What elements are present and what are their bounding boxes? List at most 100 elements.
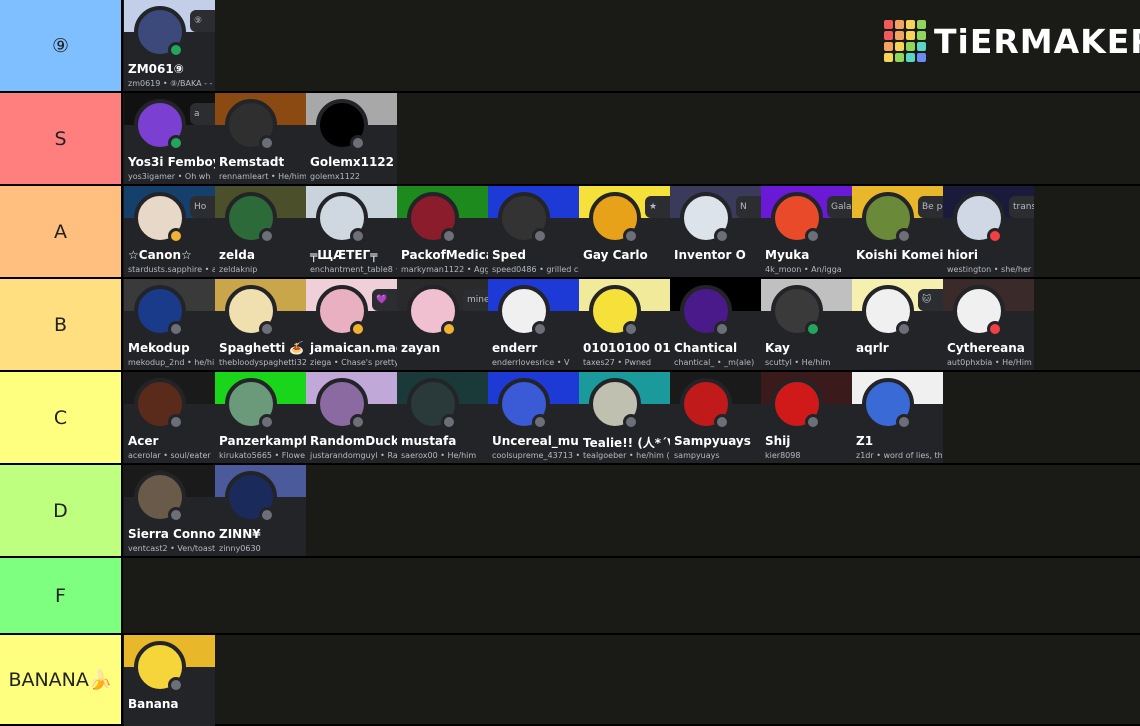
profile-card[interactable]: Galaxy Myuka 4k_moon • An/igga [761, 186, 852, 277]
profile-card[interactable]: Ho ☆Canon☆ stardusts.sapphire • a [124, 186, 215, 277]
display-name: mustafa [401, 434, 457, 448]
status-bubble: ⑨ [190, 10, 215, 32]
username-line: enderrlovesrice • V [492, 358, 570, 367]
status-indicator-icon [441, 321, 457, 337]
status-indicator-icon [987, 228, 1003, 244]
username-line: markyman1122 • Aggress [401, 265, 488, 274]
profile-card[interactable]: N Inventor O [670, 186, 761, 277]
status-indicator-icon [350, 414, 366, 430]
username-line: westington • she/her [947, 265, 1032, 274]
tier-row: BANANA🍌 Banana [0, 635, 1140, 726]
profile-card[interactable]: ╤ЩÆТЕГ╤ enchantment_table8 • [306, 186, 397, 277]
status-indicator-icon [350, 321, 366, 337]
status-indicator-icon [623, 321, 639, 337]
status-indicator-icon [259, 321, 275, 337]
status-bubble: ★ [645, 196, 670, 218]
tier-label[interactable]: ⑨ [0, 0, 123, 91]
logo-grid-cell [895, 53, 904, 62]
display-name: RandomDuck [310, 434, 397, 448]
profile-card[interactable]: Be polit Koishi Komeiji [852, 186, 943, 277]
username-line: saerox00 • He/him [401, 451, 477, 460]
profile-card[interactable]: PackofMedicals markyman1122 • Aggress [397, 186, 488, 277]
status-indicator-icon [532, 228, 548, 244]
display-name: zayan [401, 341, 441, 355]
profile-card[interactable]: 🐱 aqrlr [852, 279, 943, 370]
profile-card[interactable]: Shij kier8098 [761, 372, 852, 463]
profile-card[interactable]: Spaghetti 🍝 thebloodyspaghetti32 [215, 279, 306, 370]
status-indicator-icon [441, 414, 457, 430]
status-indicator-icon [896, 414, 912, 430]
tier-label[interactable]: A [0, 186, 123, 277]
logo-grid-cell [895, 20, 904, 29]
profile-card[interactable]: Sampyuays sampyuays [670, 372, 761, 463]
display-name: ☆Canon☆ [128, 248, 192, 262]
status-indicator-icon [714, 228, 730, 244]
tier-label[interactable]: S [0, 93, 123, 184]
profile-card[interactable]: Mekodup mekodup_2nd • he/hi [124, 279, 215, 370]
profile-card[interactable]: transi hiori westington • she/her [943, 186, 1034, 277]
display-name: Uncereal_murder [492, 434, 579, 448]
tier-label[interactable]: B [0, 279, 123, 370]
profile-card[interactable]: Panzerkampf kirukato5665 • Flowe [215, 372, 306, 463]
tier-label[interactable]: D [0, 465, 123, 556]
profile-card[interactable]: a Yos3i Femboy yos3igamer • Oh wh [124, 93, 215, 184]
tier-row: A Ho ☆Canon☆ stardusts.sapphire • a zelda zel… [0, 186, 1140, 279]
profile-card[interactable]: Kay scuttyl • He/him [761, 279, 852, 370]
profile-card[interactable]: Cythereana aut0phxbia • He/Him [943, 279, 1034, 370]
profile-card[interactable]: Sierra Connoisseu ventcast2 • Ven/toast [124, 465, 215, 556]
status-indicator-icon [259, 135, 275, 151]
profile-card[interactable]: RandomDuck justarandomguyl • Rando [306, 372, 397, 463]
username-line: rennamleart • He/him [219, 172, 306, 181]
status-indicator-icon [987, 321, 1003, 337]
profile-card[interactable]: zelda zeldaknip [215, 186, 306, 277]
profile-card[interactable]: ZINN¥ zinny0630 [215, 465, 306, 556]
username-line: stardusts.sapphire • a [128, 265, 215, 274]
username-line: zeldaknip [219, 265, 258, 274]
profile-card[interactable]: ★ Gay Carlo [579, 186, 670, 277]
display-name: Kay [765, 341, 790, 355]
profile-card[interactable]: Acer acerolar • soul/eater [124, 372, 215, 463]
profile-card[interactable]: enderr enderrlovesrice • V [488, 279, 579, 370]
status-indicator-icon [805, 414, 821, 430]
display-name: hiori [947, 248, 978, 262]
display-name: aqrlr [856, 341, 889, 355]
profile-card[interactable]: Sped speed0486 • grilled ch [488, 186, 579, 277]
status-bubble: 💜 [372, 289, 397, 311]
profile-card[interactable]: Z1 z1dr • word of lies, that [852, 372, 943, 463]
display-name: Yos3i Femboy [128, 155, 215, 169]
tier-label[interactable]: BANANA🍌 [0, 635, 123, 724]
status-indicator-icon [623, 414, 639, 430]
logo-grid-cell [884, 42, 893, 51]
profile-card[interactable]: Tealie!! (人*´∀｀tealgoeber • he/him (I'm [579, 372, 670, 463]
display-name: 01010100 01100 [583, 341, 670, 355]
status-indicator-icon [532, 321, 548, 337]
profile-card[interactable]: 01010100 01100 taxes27 • Pwned [579, 279, 670, 370]
status-indicator-icon [623, 228, 639, 244]
display-name: jamaican.mag [310, 341, 397, 355]
status-indicator-icon [259, 228, 275, 244]
status-bubble: transi [1009, 196, 1034, 218]
profile-card[interactable]: Golemx1122 golemx1122 [306, 93, 397, 184]
username-line: taxes27 • Pwned [583, 358, 652, 367]
tier-row: Sa Yos3i Femboy yos3igamer • Oh wh Remstadt… [0, 93, 1140, 186]
username-line: kirukato5665 • Flowe [219, 451, 305, 460]
profile-card[interactable]: 💜 jamaican.mag ziega • Chase's pretty [306, 279, 397, 370]
profile-card[interactable]: mustafa saerox00 • He/him [397, 372, 488, 463]
display-name: ╤ЩÆТЕГ╤ [310, 248, 378, 262]
logo-grid-cell [884, 31, 893, 40]
profile-card[interactable]: Remstadt rennamleart • He/him [215, 93, 306, 184]
logo-grid-cell [906, 31, 915, 40]
profile-card[interactable]: Banana [124, 635, 215, 726]
display-name: Spaghetti 🍝 [219, 341, 305, 355]
username-line: thebloodyspaghetti32 [219, 358, 306, 367]
status-indicator-icon [896, 321, 912, 337]
profile-card[interactable]: mine zayan [397, 279, 488, 370]
profile-card[interactable]: Chantical chantical_ • _m(ale) [670, 279, 761, 370]
status-indicator-icon [714, 414, 730, 430]
profile-card[interactable]: ⑨ ZM061⑨ zm0619 • ⑨/BAKA - - [124, 0, 215, 91]
profile-card[interactable]: Uncereal_murder coolsupreme_43713 • He/Hi [488, 372, 579, 463]
display-name: Z1 [856, 434, 874, 448]
tier-label[interactable]: C [0, 372, 123, 463]
logo-grid-cell [906, 20, 915, 29]
tier-label[interactable]: F [0, 558, 123, 633]
